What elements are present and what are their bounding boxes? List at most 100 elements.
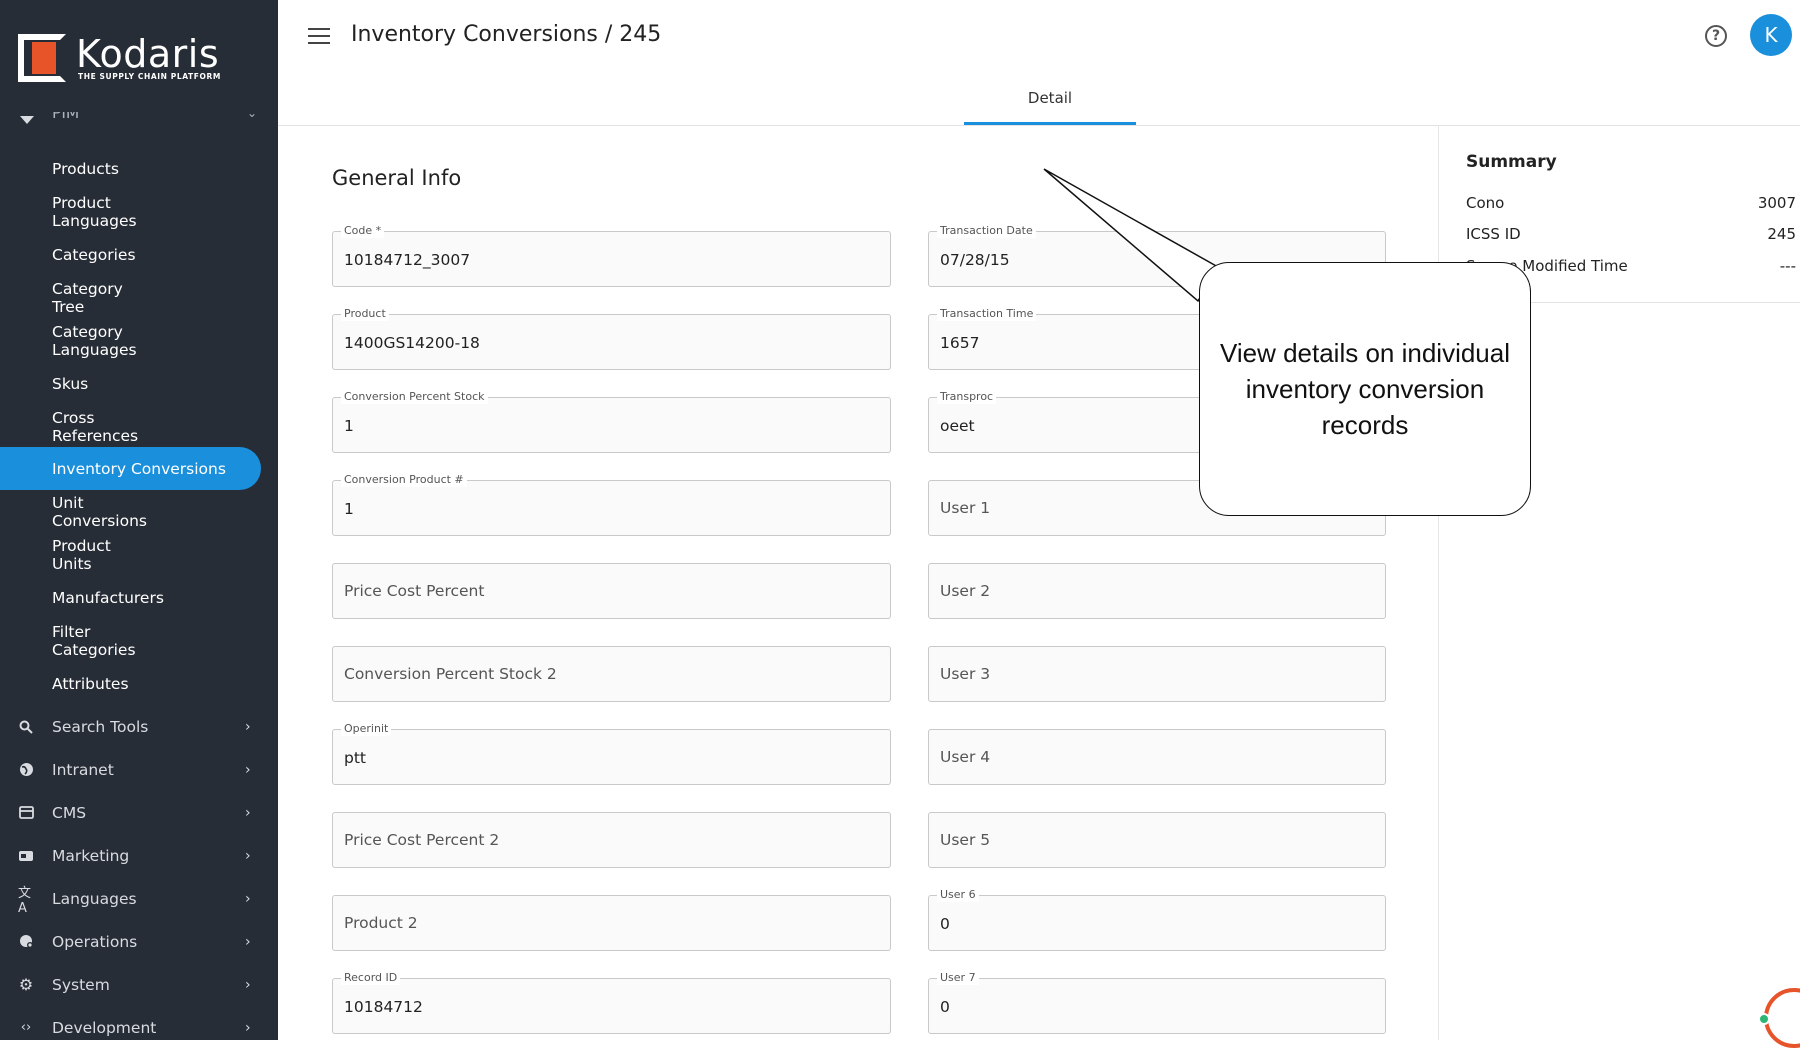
sidebar-item-label: Filter Categories [52, 622, 136, 659]
sidebar: Kodaris THE SUPPLY CHAIN PLATFORM PIM ⌄ … [0, 0, 278, 1040]
field-label: Operinit [341, 722, 392, 736]
cms-icon [18, 805, 34, 821]
product-field[interactable]: Product 1400GS14200-18 [332, 307, 891, 370]
field-value: 1657 [940, 334, 980, 352]
marketing-icon [18, 848, 34, 864]
chevron-down-icon: ⌄ [247, 112, 258, 120]
sidebar-group-system[interactable]: ⚙ System › [0, 963, 278, 1006]
chevron-right-icon: › [245, 847, 251, 864]
field-placeholder: User 1 [940, 499, 991, 517]
summary-value: --- [1779, 257, 1796, 275]
user-6-field[interactable]: User 6 0 [928, 888, 1386, 951]
hamburger-menu-icon[interactable] [308, 28, 330, 44]
field-label: Transproc [937, 390, 997, 404]
field-label: Transaction Time [937, 307, 1037, 321]
field-label: Conversion Product # [341, 473, 467, 487]
sidebar-section-label: PIM [52, 112, 80, 122]
section-title-general-info: General Info [332, 166, 462, 190]
sidebar-group-development[interactable]: ‹› Development › [0, 1006, 278, 1040]
search-icon [18, 719, 34, 735]
record-id-field[interactable]: Record ID 10184712 [332, 971, 891, 1034]
field-value: 1 [344, 500, 354, 518]
sidebar-group-label: Marketing [52, 846, 130, 865]
chevron-right-icon: › [245, 1019, 251, 1036]
summary-label: Cono [1466, 194, 1505, 212]
field-value: 07/28/15 [940, 251, 1010, 269]
field-label: Conversion Percent Stock [341, 390, 488, 404]
price-cost-percent-2-field[interactable]: Price Cost Percent 2 [332, 812, 891, 868]
translate-icon: 文A [18, 885, 32, 916]
summary-label: ICSS ID [1466, 225, 1521, 243]
sidebar-group-intranet[interactable]: Intranet › [0, 748, 278, 791]
product-2-field[interactable]: Product 2 [332, 895, 891, 951]
field-value: 0 [940, 998, 950, 1016]
user-2-field[interactable]: User 2 [928, 563, 1386, 619]
field-value: ptt [344, 749, 366, 767]
field-value: 10184712 [344, 998, 423, 1016]
sidebar-group-label: Development [52, 1018, 157, 1037]
sidebar-item-label: Category Tree [52, 279, 123, 316]
caret-down-icon [20, 116, 34, 124]
sidebar-group-label: Intranet [52, 760, 114, 779]
user-4-field[interactable]: User 4 [928, 729, 1386, 785]
conversion-product-number-field[interactable]: Conversion Product # 1 [332, 473, 891, 536]
field-placeholder: Conversion Percent Stock 2 [344, 665, 557, 683]
callout-text: View details on individual inventory con… [1219, 338, 1511, 440]
summary-value: 3007 [1757, 194, 1796, 212]
tab-detail[interactable]: Detail [964, 76, 1136, 125]
sidebar-item-label: Categories [52, 245, 136, 264]
field-placeholder: Price Cost Percent [344, 582, 485, 600]
sidebar-group-cms[interactable]: CMS › [0, 791, 278, 834]
chevron-right-icon: › [245, 761, 251, 778]
summary-title: Summary [1466, 152, 1557, 172]
sidebar-item-label: Unit Conversions [52, 493, 147, 530]
sidebar-group-operations[interactable]: Operations › [0, 920, 278, 963]
field-placeholder: User 4 [940, 748, 991, 766]
code-icon: ‹› [20, 1020, 32, 1035]
sidebar-group-languages[interactable]: 文A Languages › [0, 877, 278, 920]
code-field[interactable]: Code * 10184712_3007 [332, 224, 891, 287]
user-3-field[interactable]: User 3 [928, 646, 1386, 702]
sidebar-group-label: CMS [52, 803, 87, 822]
field-value: oeet [940, 417, 975, 435]
sidebar-group-label: Search Tools [52, 717, 149, 736]
field-label: Code * [341, 224, 385, 238]
avatar[interactable]: K [1750, 14, 1792, 56]
sidebar-item-label: Inventory Conversions [52, 459, 226, 478]
price-cost-percent-field[interactable]: Price Cost Percent [332, 563, 891, 619]
field-value: 10184712_3007 [344, 251, 471, 269]
field-placeholder: Price Cost Percent 2 [344, 831, 500, 849]
kodaris-logo[interactable]: Kodaris THE SUPPLY CHAIN PLATFORM [18, 32, 221, 84]
page-title: Inventory Conversions / 245 [351, 22, 662, 47]
field-value: 1400GS14200-18 [344, 334, 480, 352]
conversion-percent-stock-field[interactable]: Conversion Percent Stock 1 [332, 390, 891, 453]
callout-tooltip: View details on individual inventory con… [1199, 262, 1531, 516]
help-icon[interactable]: ? [1705, 25, 1727, 47]
summary-value: 245 [1767, 225, 1796, 243]
kodaris-logo-mark [18, 34, 66, 82]
chevron-right-icon: › [245, 804, 251, 821]
sidebar-item-label: Product Units [52, 536, 111, 573]
field-placeholder: User 5 [940, 831, 991, 849]
chevron-right-icon: › [245, 976, 251, 993]
sidebar-item-label: Product Languages [52, 193, 137, 230]
sidebar-group-marketing[interactable]: Marketing › [0, 834, 278, 877]
field-label: Transaction Date [937, 224, 1036, 238]
field-label: User 7 [937, 971, 979, 985]
field-placeholder: User 3 [940, 665, 991, 683]
field-value: 1 [344, 417, 354, 435]
sidebar-group-search-tools[interactable]: Search Tools › [0, 705, 278, 748]
field-placeholder: User 2 [940, 582, 991, 600]
sidebar-item-inventory-conversions[interactable]: Inventory Conversions [0, 447, 261, 490]
user-5-field[interactable]: User 5 [928, 812, 1386, 868]
field-label: Record ID [341, 971, 401, 985]
gear-icon: ⚙ [18, 975, 34, 994]
chevron-right-icon: › [245, 933, 251, 950]
field-label: User 6 [937, 888, 979, 902]
operinit-field[interactable]: Operinit ptt [332, 722, 891, 785]
summary-row-icss-id: ICSS ID 245 [1466, 225, 1796, 243]
user-7-field[interactable]: User 7 0 [928, 971, 1386, 1034]
conversion-percent-stock-2-field[interactable]: Conversion Percent Stock 2 [332, 646, 891, 702]
sidebar-section-pim[interactable]: PIM ⌄ [0, 112, 278, 130]
sidebar-group-label: System [52, 975, 110, 994]
